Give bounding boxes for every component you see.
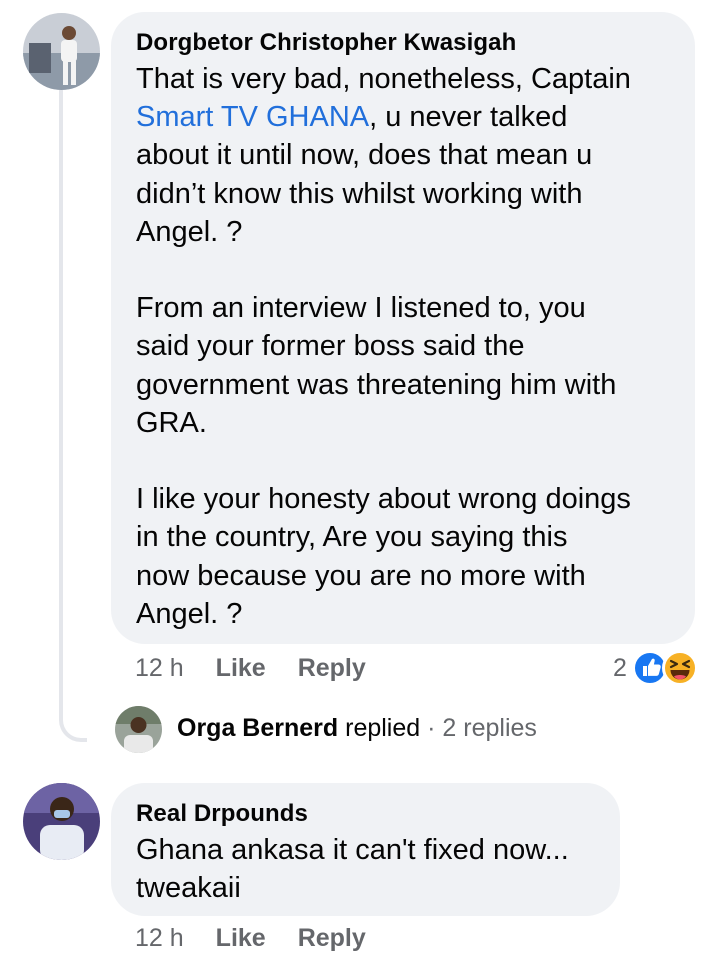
comment-text-line: GRA. — [136, 406, 207, 439]
comment-author-1[interactable]: Dorgbetor Christopher Kwasigah — [136, 29, 516, 57]
comment-actions-1: 12 h Like Reply — [135, 654, 366, 683]
view-replies-link[interactable]: Orga Bernerd replied · 2 replies — [177, 714, 537, 743]
comment-text-line: now because you are no more with — [136, 559, 586, 592]
comment-text-line: in the country, Are you saying this — [136, 521, 568, 554]
comment-bubble-1: Dorgbetor Christopher Kwasigah That is v… — [111, 12, 695, 644]
reply-button[interactable]: Reply — [298, 654, 366, 683]
comment-text-line: Angel. ? — [136, 597, 243, 630]
avatar-replier[interactable] — [115, 706, 162, 753]
comment-author-2[interactable]: Real Drpounds — [136, 800, 308, 828]
comment-body-2: Ghana ankasa it can't fixed now... tweak… — [136, 831, 616, 907]
comment-text-line: I like your honesty about wrong doings — [136, 483, 631, 516]
avatar-photo-icon — [23, 13, 100, 90]
comment-timestamp[interactable]: 12 h — [135, 924, 184, 953]
separator-dot: · — [427, 714, 436, 742]
replier-name[interactable]: Orga Bernerd — [177, 714, 338, 742]
comment-text-line: about it until now, does that mean u — [136, 139, 593, 172]
like-button[interactable]: Like — [216, 654, 266, 683]
comment-text-line: From an interview I listened to, you — [136, 292, 586, 325]
avatar-commenter-2[interactable] — [23, 783, 100, 860]
comment-text-line: Angel. ? — [136, 215, 243, 248]
avatar-commenter-1[interactable] — [23, 13, 100, 90]
comment-text-line: That is very bad, nonetheless, Captain — [136, 63, 631, 95]
comment-body-1: That is very bad, nonetheless, Captain S… — [136, 60, 686, 633]
comment-text-line: , u never talked — [369, 101, 568, 134]
comment-text-line: didn’t know this whilst working with — [136, 177, 583, 210]
comment-bubble-2: Real Drpounds Ghana ankasa it can't fixe… — [111, 783, 620, 916]
comment-timestamp[interactable]: 12 h — [135, 654, 184, 683]
reaction-count: 2 — [613, 654, 627, 682]
comment-text-line: government was threatening him with — [136, 368, 617, 401]
thread-connector-line — [59, 90, 87, 742]
avatar-photo-icon — [23, 783, 100, 860]
comment-text-line: said your former boss said the — [136, 330, 525, 363]
reply-button[interactable]: Reply — [298, 924, 366, 953]
replied-verb: replied — [345, 714, 421, 742]
comment-actions-2: 12 h Like Reply — [135, 924, 366, 953]
reaction-summary[interactable]: 2 — [610, 650, 702, 686]
haha-icon — [662, 650, 698, 686]
mention-link[interactable]: Smart TV GHANA — [136, 101, 369, 133]
like-button[interactable]: Like — [216, 924, 266, 953]
comment-text-line: Ghana ankasa it can't fixed now... — [136, 834, 569, 866]
reply-count[interactable]: 2 replies — [442, 714, 537, 742]
avatar-photo-icon — [115, 706, 162, 753]
comment-text-line: tweakaii — [136, 872, 241, 905]
